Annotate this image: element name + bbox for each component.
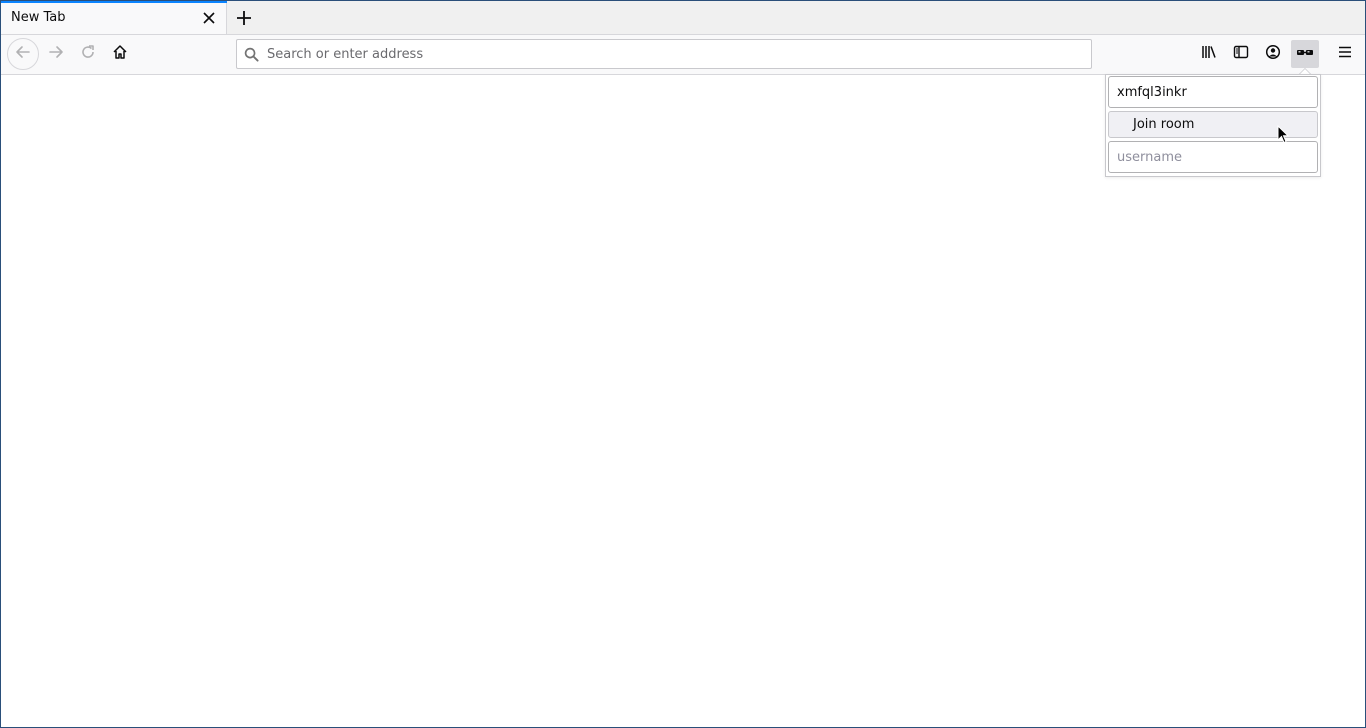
home-button[interactable]	[105, 39, 135, 69]
forward-button[interactable]	[41, 39, 71, 69]
back-button[interactable]	[7, 38, 39, 70]
address-input[interactable]	[267, 44, 1067, 64]
search-icon	[244, 47, 259, 66]
extension-button[interactable]	[1291, 40, 1319, 68]
room-id-input[interactable]	[1108, 76, 1318, 108]
account-icon	[1265, 44, 1281, 64]
tab-title: New Tab	[11, 10, 66, 25]
navigation-toolbar	[1, 35, 1365, 75]
tab-strip: New Tab	[1, 1, 1365, 35]
arrow-left-icon	[15, 44, 31, 64]
account-button[interactable]	[1259, 40, 1287, 68]
mouse-cursor-icon	[1277, 124, 1290, 148]
library-button[interactable]	[1195, 40, 1223, 68]
library-icon	[1201, 44, 1217, 64]
sidebar-button[interactable]	[1227, 40, 1255, 68]
arrow-right-icon	[48, 44, 64, 64]
menu-button[interactable]	[1331, 40, 1359, 68]
tab-new-tab[interactable]: New Tab	[1, 1, 227, 34]
close-icon[interactable]	[200, 9, 218, 27]
home-icon	[112, 44, 128, 64]
reload-icon	[80, 44, 96, 64]
sidebar-icon	[1233, 44, 1249, 64]
plus-icon[interactable]	[232, 6, 256, 30]
extension-icon	[1296, 47, 1314, 62]
address-bar[interactable]	[236, 39, 1092, 69]
tab-active-indicator	[1, 1, 227, 3]
browser-window: New Tab Search or enter address xmfql3in…	[0, 0, 1366, 728]
hamburger-menu-icon	[1337, 44, 1353, 64]
reload-button[interactable]	[73, 39, 103, 69]
